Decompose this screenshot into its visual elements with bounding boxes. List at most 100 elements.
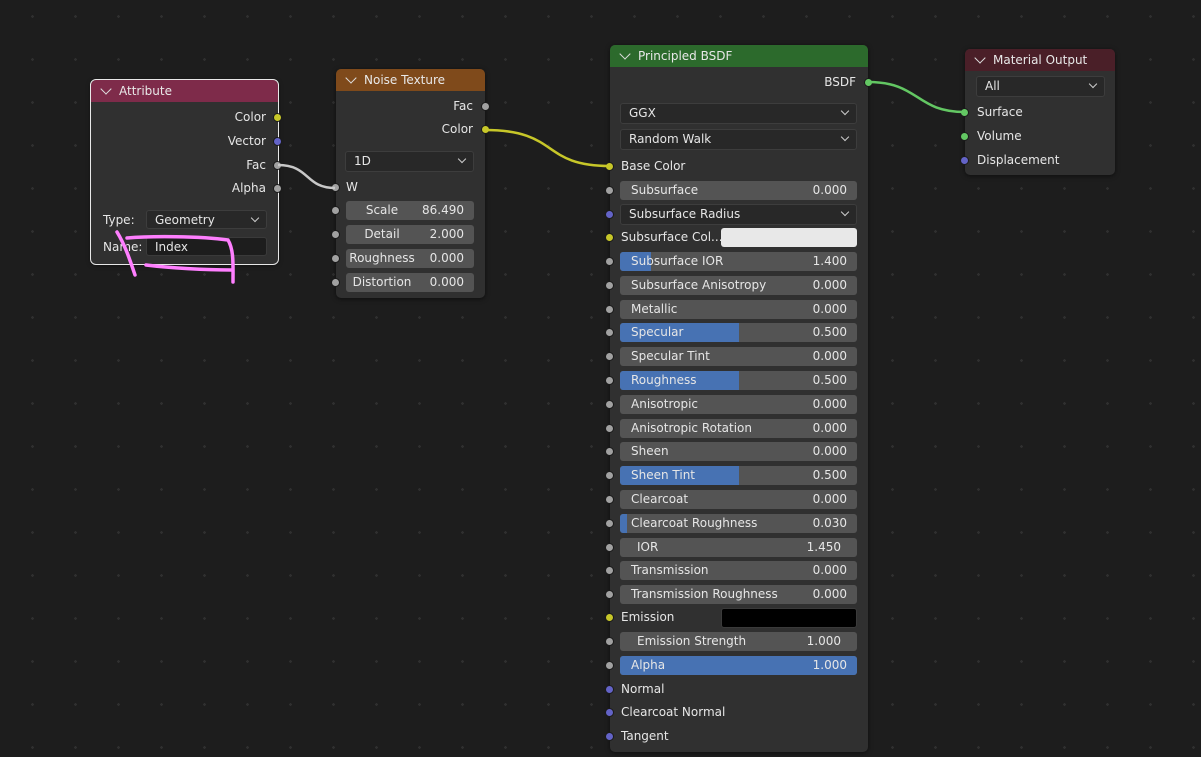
socket-subsurface[interactable]	[605, 186, 614, 195]
material-output-node-header[interactable]: Material Output	[965, 49, 1115, 71]
socket-volume[interactable]	[960, 132, 969, 141]
socket-subsurface-color[interactable]	[605, 233, 614, 242]
ior-slider[interactable]: IOR 1.450	[620, 537, 857, 557]
emission-label: Emission	[621, 610, 675, 624]
socket-subsurface-anisotropy[interactable]	[605, 280, 614, 290]
sheen-tint-slider[interactable]: Sheen Tint 0.500	[620, 466, 857, 486]
slider-value: 0.500	[812, 468, 847, 483]
socket-emission-strength[interactable]	[605, 637, 614, 646]
noise-roughness-field[interactable]: Roughness 0.000	[346, 249, 474, 268]
socket-base-color[interactable]	[605, 162, 614, 171]
socket-anisotropic-rotation[interactable]	[605, 423, 614, 433]
socket-emission[interactable]	[605, 613, 614, 622]
w-label: W	[346, 180, 358, 194]
socket-sheen-tint[interactable]	[605, 471, 614, 481]
socket-metallic[interactable]	[605, 304, 614, 314]
socket-noise-fac[interactable]	[481, 102, 490, 111]
collapse-chevron-icon[interactable]	[974, 52, 986, 64]
slider-value: 0.000	[812, 396, 847, 411]
noise-detail-field[interactable]: Detail 2.000	[346, 225, 474, 244]
specular-slider[interactable]: Specular 0.500	[620, 323, 857, 343]
subsurface-method-dropdown[interactable]: Random Walk	[620, 129, 857, 150]
target-dropdown[interactable]: All	[976, 76, 1105, 97]
socket-noise-roughness[interactable]	[331, 254, 340, 263]
socket-anisotropic[interactable]	[605, 399, 614, 409]
anisotropic-slider[interactable]: Anisotropic 0.000	[620, 394, 857, 414]
socket-tangent[interactable]	[605, 732, 614, 741]
slider-value: 0.030	[812, 515, 847, 530]
collapse-chevron-icon[interactable]	[619, 48, 631, 60]
noise-texture-node-header[interactable]: Noise Texture	[336, 69, 485, 91]
noise-texture-node[interactable]: Noise Texture Fac Color 1D W Scale 86.490…	[331, 69, 490, 298]
socket-roughness[interactable]	[605, 376, 614, 385]
transmission-roughness-slider[interactable]: Transmission Roughness 0.000	[620, 585, 857, 605]
socket-noise-detail[interactable]	[331, 230, 340, 239]
chevron-down-icon	[840, 132, 850, 142]
collapse-chevron-icon[interactable]	[100, 83, 112, 95]
socket-clearcoat-normal[interactable]	[605, 708, 614, 717]
distribution-dropdown[interactable]: GGX	[620, 103, 857, 124]
sheen-slider[interactable]: Sheen 0.000	[620, 442, 857, 462]
socket-specular[interactable]	[605, 328, 614, 338]
socket-alpha[interactable]	[605, 661, 614, 670]
subsurface-anisotropy-slider[interactable]: Subsurface Anisotropy 0.000	[620, 275, 857, 295]
type-label: Type:	[103, 213, 135, 227]
subsurface-field[interactable]: Subsurface 0.000	[620, 181, 857, 200]
slider-value: 0.500	[812, 325, 847, 340]
socket-attribute-color[interactable]	[273, 113, 282, 122]
clearcoat-slider[interactable]: Clearcoat 0.000	[620, 490, 857, 509]
roughness-slider[interactable]: Roughness 0.500	[620, 371, 857, 390]
name-input[interactable]: Index	[146, 237, 267, 256]
socket-clearcoat-roughness[interactable]	[605, 518, 614, 528]
clearcoat-roughness-slider[interactable]: Clearcoat Roughness 0.030	[620, 513, 857, 533]
principled-bsdf-node-header[interactable]: Principled BSDF	[610, 45, 868, 67]
socket-noise-distortion[interactable]	[331, 278, 340, 287]
socket-normal[interactable]	[605, 685, 614, 694]
alpha-slider[interactable]: Alpha 1.000	[620, 656, 857, 675]
displacement-label: Displacement	[977, 153, 1060, 167]
slider-fill	[620, 513, 628, 533]
subsurface-ior-slider[interactable]: Subsurface IOR 1.400	[620, 252, 857, 271]
socket-sheen[interactable]	[605, 447, 614, 457]
socket-bsdf-output[interactable]	[864, 78, 873, 87]
socket-transmission-roughness[interactable]	[605, 590, 614, 600]
principled-bsdf-node[interactable]: Principled BSDF BSDF GGX Random Walk Bas…	[605, 45, 873, 752]
subsurface-color-swatch[interactable]	[721, 228, 857, 247]
socket-attribute-vector[interactable]	[273, 137, 282, 146]
anisotropic-rotation-slider[interactable]: Anisotropic Rotation 0.000	[620, 418, 857, 438]
socket-attribute-fac[interactable]	[273, 161, 282, 170]
emission-color-swatch[interactable]	[721, 608, 857, 628]
socket-displacement[interactable]	[960, 156, 969, 165]
socket-ior[interactable]	[605, 542, 614, 552]
dimensions-dropdown[interactable]: 1D	[345, 151, 474, 172]
socket-clearcoat[interactable]	[605, 495, 614, 504]
socket-subsurface-ior[interactable]	[605, 257, 614, 266]
socket-attribute-alpha[interactable]	[273, 184, 282, 193]
socket-noise-w[interactable]	[331, 183, 340, 192]
socket-specular-tint[interactable]	[605, 352, 614, 362]
material-output-node[interactable]: Material Output All Surface Volume Displ…	[960, 49, 1115, 175]
slider-label: Metallic	[631, 301, 678, 316]
metallic-slider[interactable]: Metallic 0.000	[620, 299, 857, 319]
specular-tint-slider[interactable]: Specular Tint 0.000	[620, 347, 857, 367]
socket-transmission[interactable]	[605, 566, 614, 576]
subsurface-radius-dropdown[interactable]: Subsurface Radius	[620, 204, 857, 225]
type-dropdown[interactable]: Geometry	[146, 210, 267, 229]
collapse-chevron-icon[interactable]	[345, 72, 357, 84]
slider-value: 0.000	[812, 349, 847, 364]
emission-strength-field[interactable]: Emission Strength 1.000	[620, 632, 857, 651]
field-label: Distortion	[352, 275, 412, 289]
slider-value: 0.000	[812, 587, 847, 602]
attribute-node-header[interactable]: Attribute	[91, 80, 278, 102]
subsurface-label: Subsurface	[631, 183, 699, 197]
socket-noise-color[interactable]	[481, 125, 490, 134]
transmission-slider[interactable]: Transmission 0.000	[620, 561, 857, 581]
subsurface-color-label: Subsurface Col...	[621, 230, 723, 244]
slider-label: Anisotropic	[631, 396, 699, 411]
attribute-node[interactable]: Attribute Color Vector Fac Alpha Type: G…	[90, 79, 282, 265]
socket-noise-scale[interactable]	[331, 206, 340, 215]
socket-surface[interactable]	[960, 108, 969, 117]
noise-scale-field[interactable]: Scale 86.490	[346, 201, 474, 220]
noise-distortion-field[interactable]: Distortion 0.000	[346, 273, 474, 292]
socket-subsurface-radius[interactable]	[605, 210, 614, 219]
